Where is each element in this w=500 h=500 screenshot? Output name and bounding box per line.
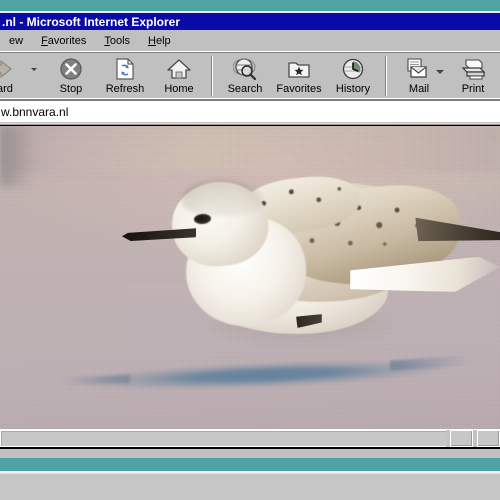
chevron-down-icon[interactable] [436,70,444,74]
mail-button[interactable]: Mail [392,54,446,98]
print-button-label: Print [461,83,485,95]
menu-item-help-label: elp [155,35,171,47]
refresh-button-label: Refresh [105,83,145,95]
print-button[interactable]: Print [446,54,500,98]
toolbar-separator-1 [211,56,213,96]
forward-button-label: ward [0,83,13,95]
menu-item-help[interactable]: Help [139,33,180,49]
address-input[interactable]: w.bnnvara.nl [0,105,68,119]
menu-accel-help: H [148,35,156,47]
refresh-page-icon [114,57,136,81]
menu-item-favorites-label: avorites [47,35,87,47]
window-title: .nl - Microsoft Internet Explorer [2,14,181,29]
sanderling-bird [120,164,500,354]
history-clock-globe-icon [341,57,365,81]
scrollbar-right-arrow-icon[interactable] [477,430,500,447]
home-button[interactable]: Home [152,54,206,98]
forward-arrow-icon [0,57,15,81]
menu-bar: ew Favorites Tools Help [0,32,500,51]
refresh-button[interactable]: Refresh [98,54,152,98]
search-button[interactable]: Search [218,54,272,98]
history-button[interactable]: History [326,54,380,98]
desktop-background-top [0,0,500,11]
search-button-label: Search [227,83,263,95]
sanderling-photo [0,126,500,429]
favorites-button[interactable]: Favorites [272,54,326,98]
horizontal-scrollbar[interactable] [0,429,500,447]
bird-crown [182,180,262,216]
forward-dropdown-arrow[interactable] [24,54,44,71]
page-content-area[interactable]: Photograph of a sanderling shorebird sta… [0,125,500,429]
favorites-button-label: Favorites [276,83,322,95]
menu-item-favorites[interactable]: Favorites [32,33,95,49]
favorites-folder-star-icon [287,57,311,81]
home-button-label: Home [164,83,194,95]
window-bottom-edge [0,447,500,449]
stop-button-label: Stop [59,83,83,95]
home-house-icon [166,57,192,81]
menu-item-view-label: ew [9,35,24,47]
browser-toolbar: ward Stop [0,53,500,98]
window-titlebar[interactable]: .nl - Microsoft Internet Explorer [0,13,500,30]
history-button-label: History [335,83,371,95]
toolbar-separator-2 [385,56,387,96]
menu-item-tools-label: ools [109,35,131,47]
address-bar[interactable]: w.bnnvara.nl [0,100,500,122]
stop-x-icon [59,57,83,81]
scrollbar-left-arrow-icon[interactable] [450,430,473,447]
printer-icon [459,57,487,81]
mail-envelope-icon [405,57,433,81]
menu-item-tools[interactable]: Tools [95,33,139,49]
scrollbar-track[interactable] [0,430,446,447]
mail-button-label: Mail [408,83,430,95]
forward-button[interactable]: ward [0,54,24,98]
menu-item-view[interactable]: ew [0,33,32,49]
chevron-down-icon [31,68,37,71]
desktop-background-bottom [0,458,500,471]
menu-accel-favorites: F [41,35,48,47]
stop-button[interactable]: Stop [44,54,98,98]
browser-window: .nl - Microsoft Internet Explorer ew Fav… [0,13,500,458]
taskbar[interactable] [0,473,500,500]
statusbar-text [0,474,1,475]
search-globe-magnifier-icon [233,57,257,81]
